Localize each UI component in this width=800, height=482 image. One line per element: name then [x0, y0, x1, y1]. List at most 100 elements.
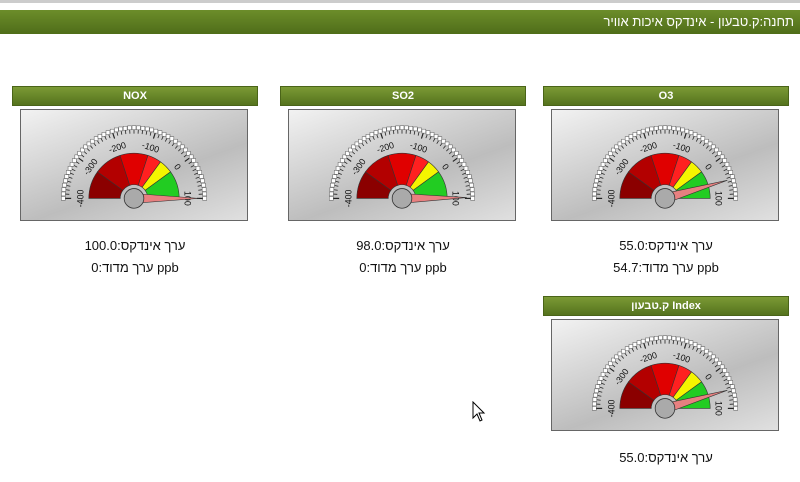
top-border [0, 0, 800, 3]
tick-box [421, 128, 427, 134]
tick-box [395, 125, 400, 131]
tick-box [719, 364, 725, 370]
tick-box [632, 132, 638, 137]
page-header: תחנה:ק.טבעון - אינדקס איכות אוויר [0, 10, 800, 34]
tick-box [61, 187, 67, 192]
tick-box [122, 126, 128, 131]
tick-box [361, 136, 367, 141]
tick-box [728, 380, 733, 385]
tick-box [365, 134, 371, 139]
tick-box [730, 384, 735, 389]
tick-box [459, 158, 464, 163]
tick-box [719, 154, 725, 160]
tick-label: 0 [703, 162, 714, 172]
tick-box [67, 166, 73, 171]
tick-box [700, 346, 706, 351]
tick-box [437, 136, 443, 141]
tick-box [726, 376, 732, 381]
gauge-nox: -400-300-200-1000100 [20, 109, 248, 221]
tick-box [105, 130, 111, 135]
tick-box [470, 191, 475, 197]
needle-hub [654, 188, 676, 209]
tick-box [598, 376, 604, 381]
tick-box [692, 342, 698, 347]
tick-box [594, 388, 599, 394]
tick-box [202, 196, 207, 201]
tick-box [463, 166, 469, 171]
tick-box [149, 127, 154, 133]
tick-box [136, 125, 141, 131]
tick-box [597, 380, 602, 385]
tick-box [595, 174, 600, 179]
tick-box [667, 335, 672, 341]
tick-box [600, 162, 606, 167]
tick-box [592, 401, 597, 407]
tick-box [467, 174, 472, 179]
panel-o3: O3 -400 -300 -200 -100 0 100 ערך אינדקס:55.0 … [543, 86, 789, 275]
panel-so2: SO2 -400-300-200-1000100 ערך אינדקס:98.0… [280, 86, 526, 275]
tick-box [165, 134, 171, 139]
tick-box [728, 170, 733, 175]
tick-label: -100 [672, 140, 692, 155]
tick-label: -200 [638, 350, 658, 365]
measured-value: ערך מדוד:0 ppb [280, 260, 526, 275]
tick-box [684, 128, 690, 134]
tick-box [733, 401, 738, 407]
tick-box [399, 125, 405, 130]
tick-box [69, 162, 75, 167]
tick-box [645, 337, 650, 343]
tick-box [628, 344, 634, 349]
tick-box [461, 162, 467, 167]
tick-box [732, 187, 738, 192]
tick-box [191, 158, 196, 163]
tick-box [63, 178, 68, 184]
tick-box [684, 338, 690, 344]
tick-box [680, 127, 685, 133]
tick-box [598, 166, 604, 171]
tick-box [93, 136, 99, 141]
tick-box [733, 406, 738, 411]
tick-box [201, 182, 206, 188]
tick-box [603, 368, 608, 373]
tick-box [595, 384, 600, 389]
tick-box [592, 196, 597, 201]
tick-box [169, 136, 175, 141]
tick-box [145, 126, 150, 132]
tick-box [649, 126, 654, 132]
tick-box [188, 154, 194, 160]
tick-box [201, 187, 207, 192]
tick-box [592, 397, 598, 402]
tick-box [337, 162, 343, 167]
tick-box [593, 392, 598, 398]
tick-box [732, 182, 737, 188]
tick-label: 0 [703, 372, 714, 382]
tick-box [358, 138, 363, 144]
tick-box [722, 368, 727, 373]
measured-value: ערך מדוד:54.7 ppb [613, 260, 719, 275]
tick-box [109, 128, 115, 134]
tick-box [404, 125, 409, 131]
tick-box [469, 182, 474, 188]
tick-box [469, 187, 475, 192]
index-value: ערך אינדקס:98.0 [356, 238, 450, 253]
tick-box [671, 126, 677, 131]
tick-box [425, 130, 431, 135]
needle-hub [391, 188, 413, 209]
tick-label: -200 [638, 140, 658, 155]
tick-box [465, 170, 470, 175]
tick-box [658, 335, 663, 341]
tick-box [733, 191, 738, 197]
tick-label: -400 [606, 189, 616, 207]
tick-label: -400 [606, 399, 616, 417]
tick-box [433, 134, 439, 139]
tick-box [649, 336, 654, 342]
tick-box [688, 130, 694, 135]
tick-box [603, 158, 608, 163]
tick-box [593, 182, 598, 188]
tick-label: -200 [107, 140, 127, 155]
tick-box [688, 340, 694, 345]
tick-box [628, 134, 634, 139]
gauge-index: -400 -300 -200 -100 0 100 [551, 319, 779, 431]
tick-box [61, 191, 66, 197]
tick-label: 100 [714, 191, 724, 206]
